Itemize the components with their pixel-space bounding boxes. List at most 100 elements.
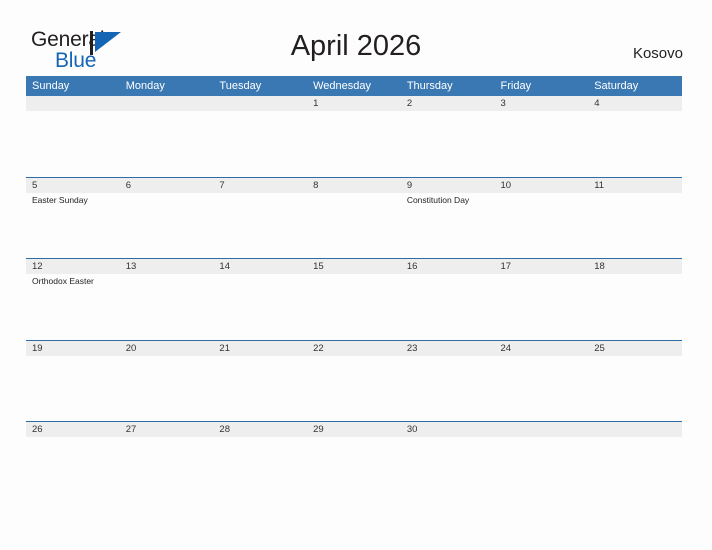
holiday-event-label: Easter Sunday: [32, 194, 88, 205]
day-cell[interactable]: [213, 274, 307, 339]
page-title: April 2026: [290, 30, 422, 62]
events-band: Easter Sunday Constitution Day: [26, 192, 682, 258]
date-number-band: 26 27 28 29 30: [26, 422, 682, 437]
date-number-20[interactable]: 20: [120, 341, 214, 356]
events-band: [26, 355, 682, 421]
date-number-24[interactable]: 24: [495, 341, 589, 356]
date-number-22[interactable]: 22: [307, 341, 401, 356]
day-cell[interactable]: [213, 356, 307, 421]
day-cell[interactable]: [213, 437, 307, 502]
day-cell[interactable]: [120, 274, 214, 339]
date-number-13[interactable]: 13: [120, 259, 214, 274]
weekday-header-friday: Friday: [500, 80, 532, 92]
day-cell[interactable]: [307, 437, 401, 502]
day-cell[interactable]: [120, 356, 214, 421]
day-cell[interactable]: [307, 193, 401, 258]
weekday-header-wednesday: Wednesday: [313, 80, 371, 92]
date-number-14[interactable]: 14: [213, 259, 307, 274]
date-number-6[interactable]: 6: [120, 178, 214, 193]
date-number-empty: [588, 422, 682, 437]
calendar-grid: Sunday Monday Tuesday Wednesday Thursday Frid…: [26, 76, 682, 503]
date-number-12[interactable]: 12: [26, 259, 120, 274]
day-cell[interactable]: [120, 193, 214, 258]
date-number-4[interactable]: 4: [588, 96, 682, 111]
day-cell[interactable]: [588, 356, 682, 421]
calendar-week-row: 1234: [26, 96, 682, 177]
day-cell[interactable]: [307, 274, 401, 339]
day-cell[interactable]: [26, 111, 120, 176]
calendar-week-row: 12 13 14 15 16 17 18 Orthodox Easter: [26, 258, 682, 340]
day-cell[interactable]: [495, 111, 589, 176]
date-number-23[interactable]: 23: [401, 341, 495, 356]
day-cell[interactable]: Orthodox Easter: [26, 274, 120, 339]
date-number-7[interactable]: 7: [213, 178, 307, 193]
day-cell[interactable]: [401, 111, 495, 176]
weekday-header-saturday: Saturday: [594, 80, 639, 92]
calendar-weeks: 1 2 3 4 5 6 7 8 9 10 11 Easter Sunday Constitution D…: [26, 96, 682, 503]
date-number-3[interactable]: 3: [495, 96, 589, 111]
date-number-28[interactable]: 28: [213, 422, 307, 437]
date-number-empty: [213, 96, 307, 111]
day-cell[interactable]: [588, 437, 682, 502]
date-number-30[interactable]: 30: [401, 422, 495, 437]
calendar-week-row: 26 27 28 29 30: [26, 421, 682, 503]
weekday-header-row: Sunday Monday Tuesday Wednesday Thursday Frid…: [26, 76, 682, 96]
day-cell[interactable]: [120, 111, 214, 176]
date-number-empty: [495, 422, 589, 437]
day-cell[interactable]: [307, 111, 401, 176]
date-number-1[interactable]: 1: [307, 96, 401, 111]
day-cell[interactable]: Constitution Day: [401, 193, 495, 258]
date-number-26[interactable]: 26: [26, 422, 120, 437]
date-number-band: 1234: [26, 96, 682, 111]
date-number-band: 5 6 7 8 9 10 11: [26, 177, 682, 193]
date-number-band: 12 13 14 15 16 17 18: [26, 259, 682, 274]
day-cell[interactable]: [588, 193, 682, 258]
date-number-8[interactable]: 8: [307, 178, 401, 193]
date-number-10[interactable]: 10: [495, 178, 589, 193]
day-cell[interactable]: Easter Sunday: [26, 193, 120, 258]
date-number-17[interactable]: 17: [495, 259, 589, 274]
date-number-18[interactable]: 18: [588, 259, 682, 274]
day-cell[interactable]: [495, 437, 589, 502]
day-cell[interactable]: [495, 274, 589, 339]
day-cell[interactable]: [495, 193, 589, 258]
day-cell[interactable]: [401, 274, 495, 339]
weekday-header-tuesday: Tuesday: [219, 80, 262, 92]
day-cell[interactable]: [588, 274, 682, 339]
day-cell[interactable]: [120, 437, 214, 502]
date-number-15[interactable]: 15: [307, 259, 401, 274]
country-label: Kosovo: [632, 45, 683, 62]
date-number-9[interactable]: 9: [401, 178, 495, 193]
holiday-event-label: Orthodox Easter: [32, 276, 94, 286]
date-number-band: 19 20 21 22 23 24 25: [26, 340, 682, 356]
date-number-21[interactable]: 21: [213, 341, 307, 356]
date-number-29[interactable]: 29: [307, 422, 401, 437]
weekday-header-sunday: Sunday: [32, 80, 70, 92]
date-number-19[interactable]: 19: [26, 341, 120, 356]
calendar-week-row: 5 6 7 8 9 10 11 Easter Sunday Constitution Day: [26, 176, 682, 259]
holiday-event-label: Constitution Day: [406, 194, 470, 205]
day-cell[interactable]: [401, 437, 495, 502]
date-number-25[interactable]: 25: [588, 341, 682, 356]
day-cell[interactable]: [213, 111, 307, 176]
page-header: General Blue April 2026 Kosovo: [0, 0, 712, 76]
day-cell[interactable]: [307, 356, 401, 421]
day-cell[interactable]: [588, 111, 682, 176]
calendar-week-row: 19 20 21 22 23 24 25: [26, 339, 682, 422]
date-number-2[interactable]: 2: [401, 96, 495, 111]
weekday-header-thursday: Thursday: [406, 80, 453, 92]
date-number-16[interactable]: 16: [401, 259, 495, 274]
day-cell[interactable]: [26, 437, 120, 502]
events-band: Orthodox Easter: [26, 274, 682, 339]
day-cell[interactable]: [401, 356, 495, 421]
date-number-empty: [26, 96, 120, 111]
date-number-11[interactable]: 11: [588, 178, 682, 193]
date-number-5[interactable]: 5: [26, 178, 120, 193]
date-number-empty: [120, 96, 214, 111]
day-cell[interactable]: [213, 193, 307, 258]
events-band: [26, 437, 682, 502]
date-number-27[interactable]: 27: [120, 422, 214, 437]
day-cell[interactable]: [495, 356, 589, 421]
weekday-header-monday: Monday: [125, 80, 165, 92]
day-cell[interactable]: [26, 356, 120, 421]
